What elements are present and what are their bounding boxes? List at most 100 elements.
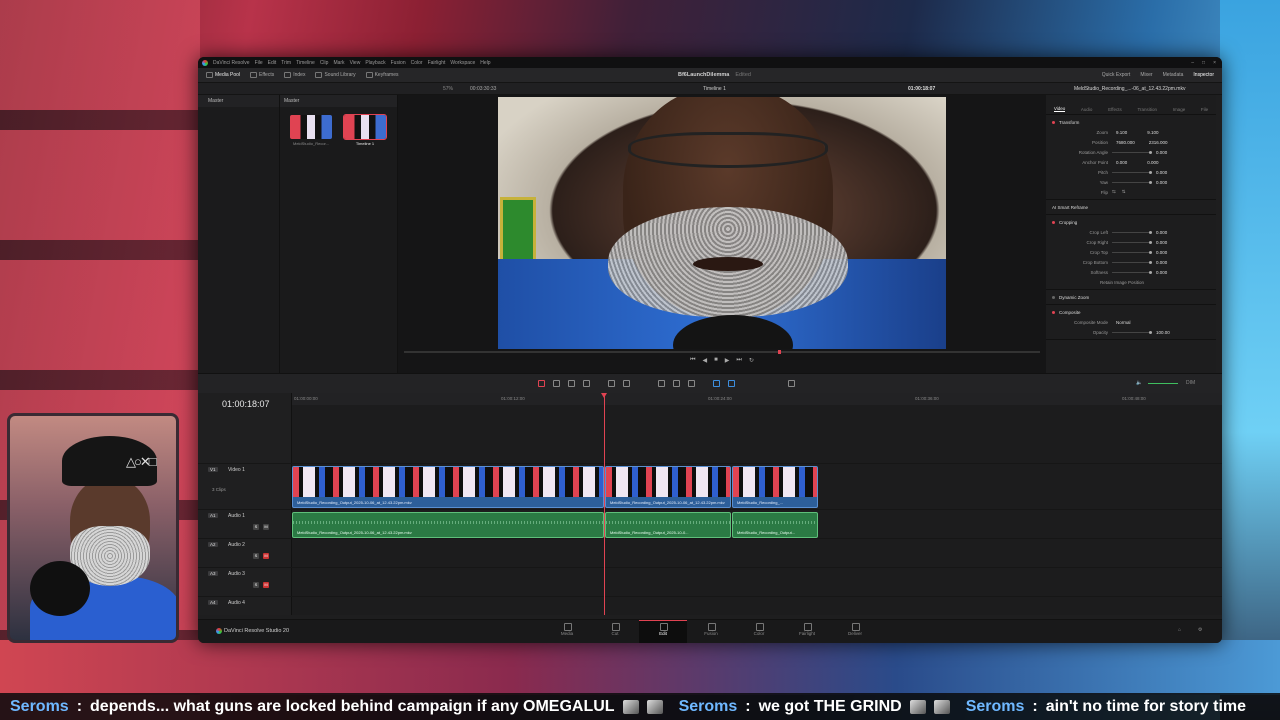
timeline-thumbnail[interactable] — [343, 114, 387, 140]
position-y-field[interactable]: 2316.000 — [1149, 140, 1168, 145]
smart-reframe-header[interactable]: AI Smart Reframe — [1052, 202, 1210, 212]
zoom-y-field[interactable]: 9.100 — [1147, 130, 1158, 135]
video-clip[interactable]: MeldStudio_Recording_Output_2025-10-06_a… — [605, 466, 731, 508]
cropping-header[interactable]: Cropping — [1052, 217, 1210, 227]
track-header-v1[interactable]: V1 Video 1 3 Clips — [198, 463, 292, 509]
volume-icon[interactable]: 🔈 — [1136, 380, 1142, 386]
zoom-icon[interactable] — [788, 380, 795, 387]
opacity-slider[interactable] — [1112, 330, 1152, 334]
page-edit[interactable]: Edit — [639, 620, 687, 643]
menu-view[interactable]: View — [350, 60, 361, 66]
mute-button[interactable]: M — [263, 582, 269, 588]
video-clip[interactable]: MeldStudio_Recording_... — [732, 466, 818, 508]
video-clip[interactable]: MeldStudio_Recording_Output_2025-10-06_a… — [292, 466, 604, 508]
transform-header[interactable]: Transform — [1052, 117, 1210, 127]
tab-video[interactable]: Video — [1053, 106, 1066, 112]
crop-left-field[interactable]: 0.000 — [1156, 230, 1167, 235]
quick-export-button[interactable]: Quick Export — [1102, 72, 1131, 78]
rotation-slider[interactable] — [1112, 150, 1152, 154]
menu-file[interactable]: File — [255, 60, 263, 66]
crop-left-slider[interactable] — [1112, 230, 1152, 234]
settings-gear-icon[interactable]: ⚙ — [1198, 627, 1202, 633]
linked-selection-icon[interactable] — [673, 380, 680, 387]
menu-playback[interactable]: Playback — [365, 60, 385, 66]
loop-icon[interactable]: ↻ — [749, 357, 754, 369]
volume-slider[interactable] — [1148, 383, 1178, 384]
menu-timeline[interactable]: Timeline — [296, 60, 315, 66]
pitch-slider[interactable] — [1112, 170, 1152, 174]
position-x-field[interactable]: 7680.000 — [1116, 140, 1135, 145]
audio-clip[interactable]: MeldStudio_Recording_Output_2025-10-06_a… — [292, 512, 604, 538]
menu-clip[interactable]: Clip — [320, 60, 329, 66]
dynamic-trim-icon[interactable] — [568, 380, 575, 387]
yaw-field[interactable]: 0.000 — [1156, 180, 1167, 185]
bin-master[interactable]: Master — [198, 95, 279, 107]
mixer-button[interactable]: Mixer — [1140, 72, 1152, 78]
retain-image-position-checkbox[interactable]: Retain Image Position — [1052, 280, 1148, 285]
crop-top-slider[interactable] — [1112, 250, 1152, 254]
mute-button[interactable]: M — [263, 553, 269, 559]
tab-audio[interactable]: Audio — [1081, 107, 1093, 112]
metadata-button[interactable]: Metadata — [1163, 72, 1184, 78]
page-deliver[interactable]: Deliver — [831, 620, 879, 643]
page-fairlight[interactable]: Fairlight — [783, 620, 831, 643]
crop-top-field[interactable]: 0.000 — [1156, 250, 1167, 255]
tab-file[interactable]: File — [1201, 107, 1208, 112]
flag-icon[interactable] — [713, 380, 720, 387]
enable-dot-icon[interactable] — [1052, 310, 1055, 314]
marker-icon[interactable] — [728, 380, 735, 387]
timeline-playhead[interactable] — [601, 393, 607, 615]
menu-fairlight[interactable]: Fairlight — [428, 60, 446, 66]
insert-clip-icon[interactable] — [608, 380, 615, 387]
play-reverse-icon[interactable]: ◀ — [703, 357, 708, 369]
media-pool-button[interactable]: Media Pool — [206, 72, 240, 78]
enable-dot-icon[interactable] — [1052, 295, 1055, 299]
rotation-field[interactable]: 0.000 — [1156, 150, 1167, 155]
dim-button[interactable]: DIM — [1186, 380, 1195, 386]
trim-tool-icon[interactable] — [553, 380, 560, 387]
menu-app[interactable]: DaVinci Resolve — [213, 60, 250, 66]
close-icon[interactable]: × — [1213, 60, 1216, 66]
tab-transition[interactable]: Transition — [1137, 107, 1157, 112]
anchor-x-field[interactable]: 0.000 — [1116, 160, 1127, 165]
dynamic-zoom-header[interactable]: Dynamic Zoom — [1052, 292, 1210, 302]
page-fusion[interactable]: Fusion — [687, 620, 735, 643]
yaw-slider[interactable] — [1112, 180, 1152, 184]
audio-clip[interactable]: MeldStudio_Recording_Output_2025-10-0... — [605, 512, 731, 538]
tab-image[interactable]: Image — [1173, 107, 1186, 112]
softness-field[interactable]: 0.000 — [1156, 270, 1167, 275]
enable-dot-icon[interactable] — [1052, 120, 1055, 124]
mute-button[interactable]: M — [263, 524, 269, 530]
maximize-icon[interactable]: □ — [1202, 60, 1205, 66]
sound-library-button[interactable]: Sound Library — [315, 72, 356, 78]
inspector-button[interactable]: Inspector — [1193, 72, 1214, 78]
track-header-a2[interactable]: A2 Audio 2 S M — [198, 538, 292, 567]
go-to-start-icon[interactable]: ⏮ — [690, 357, 695, 369]
viewer-scrubber[interactable] — [404, 350, 1040, 354]
tab-effects[interactable]: Effects — [1108, 107, 1122, 112]
opacity-field[interactable]: 100.00 — [1156, 330, 1170, 335]
snapping-icon[interactable] — [658, 380, 665, 387]
track-header-a4[interactable]: A4 Audio 4 — [198, 596, 292, 615]
overwrite-clip-icon[interactable] — [623, 380, 630, 387]
home-icon[interactable]: ⌂ — [1178, 627, 1181, 633]
menu-workspace[interactable]: Workspace — [450, 60, 475, 66]
flip-horizontal-icon[interactable]: ⇆ — [1112, 189, 1116, 195]
keyframes-button[interactable]: Keyframes — [365, 72, 399, 78]
selection-tool-icon[interactable] — [538, 380, 545, 387]
crop-right-slider[interactable] — [1112, 240, 1152, 244]
anchor-y-field[interactable]: 0.000 — [1147, 160, 1158, 165]
page-media[interactable]: Media — [543, 620, 591, 643]
effects-button[interactable]: Effects — [250, 72, 274, 78]
page-color[interactable]: Color — [735, 620, 783, 643]
menu-edit[interactable]: Edit — [268, 60, 277, 66]
menu-color[interactable]: Color — [411, 60, 423, 66]
go-to-end-icon[interactable]: ⏭ — [736, 357, 741, 369]
audio-clip[interactable]: MeldStudio_Recording_Output... — [732, 512, 818, 538]
composite-mode-select[interactable]: Normal — [1116, 320, 1131, 325]
pitch-field[interactable]: 0.000 — [1156, 170, 1167, 175]
crop-bottom-field[interactable]: 0.000 — [1156, 260, 1167, 265]
minimize-icon[interactable]: – — [1191, 60, 1194, 66]
timeline-selector[interactable]: Timeline 1 — [703, 86, 726, 92]
menu-trim[interactable]: Trim — [281, 60, 291, 66]
